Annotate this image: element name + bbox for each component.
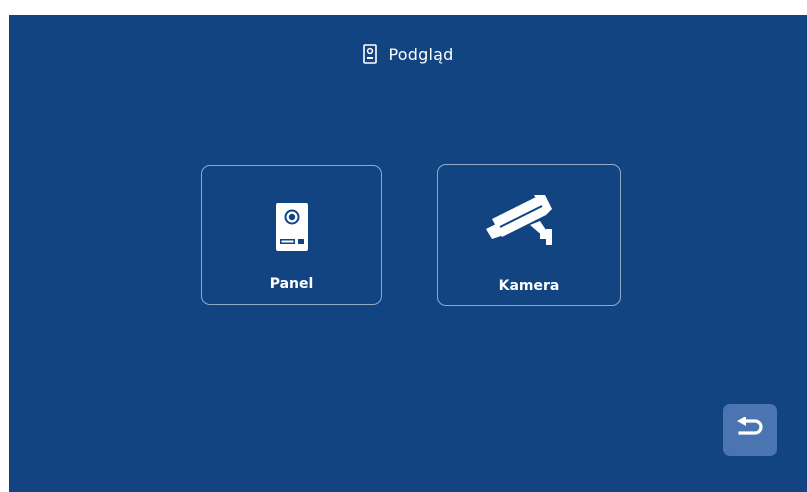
- back-button[interactable]: [723, 404, 777, 456]
- camera-label: Kamera: [498, 278, 560, 294]
- door-panel-icon: [362, 44, 377, 64]
- panel-tile[interactable]: Panel: [201, 165, 382, 305]
- door-panel-icon: [202, 203, 381, 251]
- return-arrow-icon: [736, 416, 764, 443]
- camera-tile[interactable]: Kamera: [437, 164, 621, 306]
- preview-screen: Podgląd Panel Kamera: [9, 15, 807, 492]
- cctv-camera-icon: [438, 195, 620, 253]
- panel-label: Panel: [269, 276, 314, 292]
- page-title: Podgląd: [388, 44, 454, 64]
- header: Podgląd: [9, 41, 807, 67]
